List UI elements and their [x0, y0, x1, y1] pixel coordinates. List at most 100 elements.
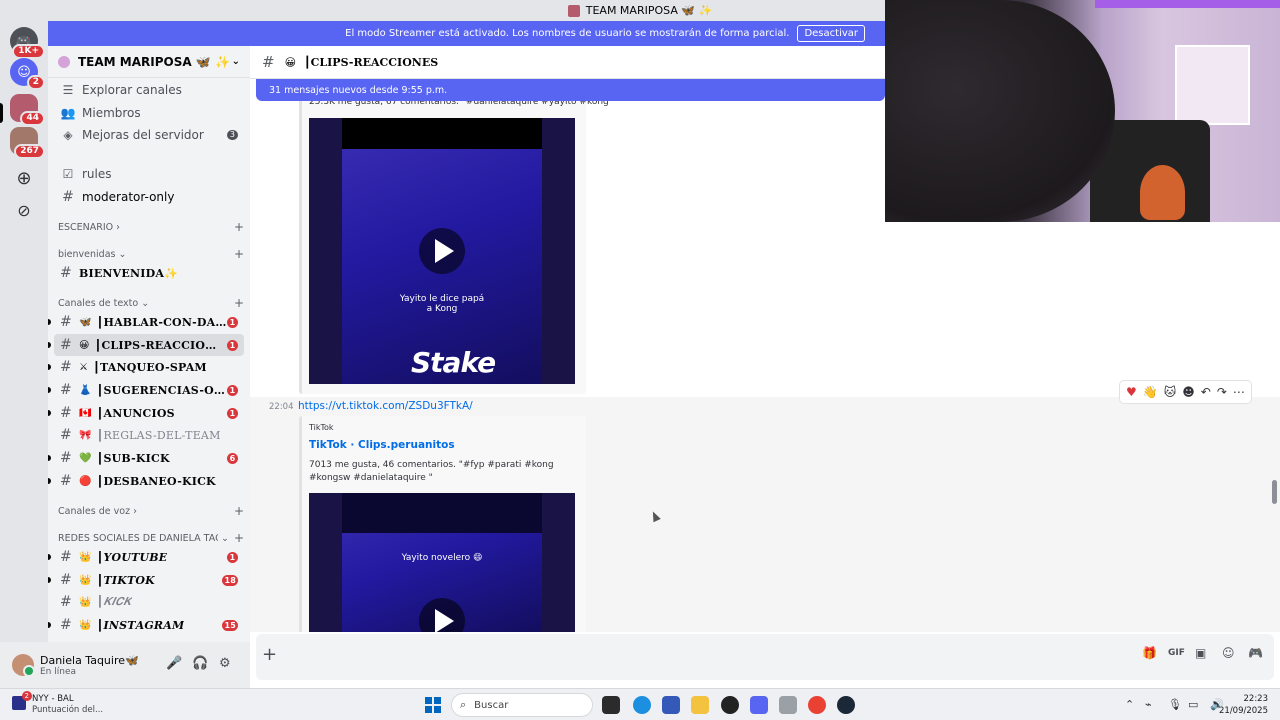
avatar[interactable] — [12, 654, 35, 677]
discover-icon[interactable]: ⊘ — [10, 196, 38, 224]
members[interactable]: 👥 Miembros — [54, 102, 244, 124]
category-bienvenidas[interactable]: bienvenidas ⌄ + — [58, 247, 244, 261]
network-icon[interactable]: ⌁ — [1145, 698, 1152, 711]
store-icon[interactable] — [662, 696, 680, 714]
channel-moderator-only[interactable]: # moderator-only — [54, 186, 244, 208]
deactivate-button[interactable]: Desactivar — [797, 25, 865, 42]
mention-badge: 1 — [227, 384, 238, 396]
embed-title[interactable]: TikTok · Clips.peruanitos — [309, 439, 455, 451]
channel-instagram[interactable]: # 👑 ┃𝑰𝑵𝑺𝑻𝑨𝑮𝑹𝑨𝑴 15 — [48, 614, 244, 636]
discord-icon[interactable]: ☺ 2 — [10, 58, 45, 90]
add-channel-icon[interactable]: + — [234, 531, 244, 545]
chevron-up-icon[interactable]: ⌃ — [1125, 698, 1134, 711]
add-channel-icon[interactable]: + — [234, 504, 244, 518]
chrome-icon[interactable] — [808, 696, 826, 714]
unread-indicator — [48, 622, 51, 628]
add-channel-icon[interactable]: + — [234, 296, 244, 310]
channel-sub-kick[interactable]: # 💚 ┃SUB-KICK 6 — [48, 447, 244, 469]
channel-rules[interactable]: ☑ rules — [54, 163, 244, 185]
hash-icon: # — [60, 359, 72, 375]
channel-header: # 😀 ┃CLIPS-REACCIONES — [250, 46, 885, 79]
gif-icon[interactable]: GIF — [1168, 648, 1185, 658]
new-messages-bar[interactable]: 31 mensajes nuevos desde 9:55 p.m. — [256, 79, 885, 101]
app-icon[interactable] — [779, 696, 797, 714]
monitor-icon[interactable]: ▭ — [1188, 698, 1198, 711]
edge-icon[interactable] — [633, 696, 651, 714]
play-icon[interactable] — [419, 228, 465, 274]
channel-kick[interactable]: # 👑 ┃𝑲𝑰𝑪𝑲 — [54, 591, 244, 613]
add-channel-icon[interactable]: + — [234, 247, 244, 261]
dm-badge: 2 — [26, 75, 45, 90]
gear-icon[interactable]: ⚙ — [219, 656, 231, 671]
explore-channels[interactable]: ☰ Explorar canales — [54, 79, 244, 101]
channel-youtube[interactable]: # 👑 ┃𝒀𝑶𝑼𝑻𝑼𝑩𝑬 1 — [48, 546, 244, 568]
unread-indicator — [48, 342, 51, 348]
message-input[interactable] — [256, 634, 1274, 680]
steam-icon[interactable] — [837, 696, 855, 714]
forward-icon[interactable]: ↷ — [1217, 385, 1227, 399]
system-clock[interactable]: 22:23 21/09/2025 — [1200, 693, 1268, 717]
server-header[interactable]: TEAM MARIPOSA 🦋 ✨ ⌄ — [48, 46, 250, 78]
microphone-icon[interactable]: 🎤 — [166, 656, 182, 671]
microphone-tray-icon[interactable]: 🎙 — [1168, 698, 1182, 711]
video-thumbnail-1[interactable]: Yayito le dice papá a Kong Stake — [309, 118, 575, 384]
channel-emoji: 😀 — [284, 55, 297, 69]
add-server-icon[interactable]: ⊕ — [10, 164, 38, 192]
sports-icon: 2 — [12, 691, 32, 710]
obs-icon[interactable] — [721, 696, 739, 714]
more-icon[interactable]: ⋯ — [1233, 385, 1245, 399]
channel-reglas-del-team[interactable]: # 🎀 ┃REGLAS-DEL-TEAM — [54, 424, 244, 446]
add-reaction-icon[interactable]: ☻ — [1182, 385, 1195, 399]
category-label: REDES SOCIALES DE DANIELA TAQU... — [58, 532, 218, 544]
heart-reaction-icon[interactable]: ♥ — [1126, 385, 1137, 399]
channel-tiktok[interactable]: # 👑 ┃𝑻𝑰𝑲𝑻𝑶𝑲 18 — [48, 569, 244, 591]
reply-icon[interactable]: ↶ — [1201, 385, 1211, 399]
channel-anuncios[interactable]: # 🇨🇦 ┃ANUNCIOS 1 — [48, 402, 244, 424]
channel-desbaneo-kick[interactable]: # 🔴 ┃DESBANEO-KICK — [48, 470, 244, 492]
category-canales-texto[interactable]: Canales de texto ⌄ + — [58, 296, 244, 310]
channel-clips-reacciones[interactable]: # 😀 ┃CLIPS-REACCIONES 1 — [48, 334, 244, 356]
task-view-icon[interactable] — [602, 696, 620, 714]
news-widget[interactable]: 2 NYY - BAL Puntuación del... — [12, 691, 104, 716]
webcam-overlay — [885, 0, 1280, 222]
taskbar: 2 NYY - BAL Puntuación del... ⌕ Buscar ⌃… — [0, 688, 1280, 720]
video-caption: Yayito le dice papá a Kong — [399, 294, 485, 314]
attach-plus-icon[interactable]: + — [262, 644, 277, 665]
apps-icon[interactable]: 🎮 — [1248, 646, 1263, 660]
unread-indicator — [48, 577, 51, 583]
taskbar-search[interactable]: ⌕ Buscar — [451, 693, 593, 717]
file-explorer-icon[interactable] — [691, 696, 709, 714]
mention-badge: 1 — [227, 339, 238, 351]
server-folder[interactable]: 267 — [10, 127, 45, 159]
channel-sugerencias[interactable]: # 👗 ┃SUGERENCIAS-OU... 1 — [48, 379, 244, 401]
channel-emoji: 👗 — [79, 384, 92, 396]
emoji-icon[interactable]: ☺ — [1222, 646, 1235, 660]
server-name: TEAM MARIPOSA 🦋 ✨ — [78, 54, 230, 69]
windows-start-icon[interactable] — [425, 697, 441, 713]
discord-taskbar-icon[interactable] — [750, 696, 768, 714]
channel-hablar-con-da[interactable]: # 🦋 ┃HABLAR-CON-DA... 1 — [48, 311, 244, 333]
cat-reaction-icon[interactable]: 🐱 — [1164, 385, 1177, 399]
server-boosts[interactable]: ◈ Mejoras del servidor 3 — [54, 124, 244, 146]
message-link[interactable]: https://vt.tiktok.com/ZSDu3FTkA/ — [298, 400, 473, 412]
user-name[interactable]: Daniela Taquire🦋 — [40, 654, 139, 667]
unread-indicator — [48, 319, 51, 325]
sticker-icon[interactable]: ▣ — [1195, 646, 1206, 660]
mention-badge: 1 — [227, 551, 238, 563]
server-team-mariposa[interactable]: 44 — [10, 94, 45, 126]
channel-tanqueo-spam[interactable]: # ⚔ ┃TANQUEO-SPAM — [48, 356, 244, 378]
gift-icon[interactable]: 🎁 — [1142, 646, 1157, 660]
discord-home-icon[interactable]: 🎮 1K+ — [10, 27, 45, 59]
category-canales-voz[interactable]: Canales de voz › + — [58, 504, 244, 518]
add-channel-icon[interactable]: + — [234, 220, 244, 234]
video-thumbnail-2[interactable]: Yayito novelero 😄 — [309, 493, 575, 632]
category-redes-sociales[interactable]: REDES SOCIALES DE DANIELA TAQU... ⌄ + — [58, 531, 244, 545]
news-subtitle: Puntuación del... — [32, 705, 104, 715]
channel-bienvenida[interactable]: # BIENVENIDA✨ — [54, 262, 244, 284]
message-composer: + 🎁 GIF ▣ ☺ 🎮 — [250, 632, 1280, 688]
new-messages-text: 31 mensajes nuevos desde 9:55 p.m. — [269, 84, 448, 96]
headphones-icon[interactable]: 🎧 — [192, 656, 208, 671]
scrollbar[interactable] — [1272, 480, 1277, 504]
wave-reaction-icon[interactable]: 👋 — [1143, 385, 1158, 399]
category-escenario[interactable]: ESCENARIO › + — [58, 220, 244, 234]
